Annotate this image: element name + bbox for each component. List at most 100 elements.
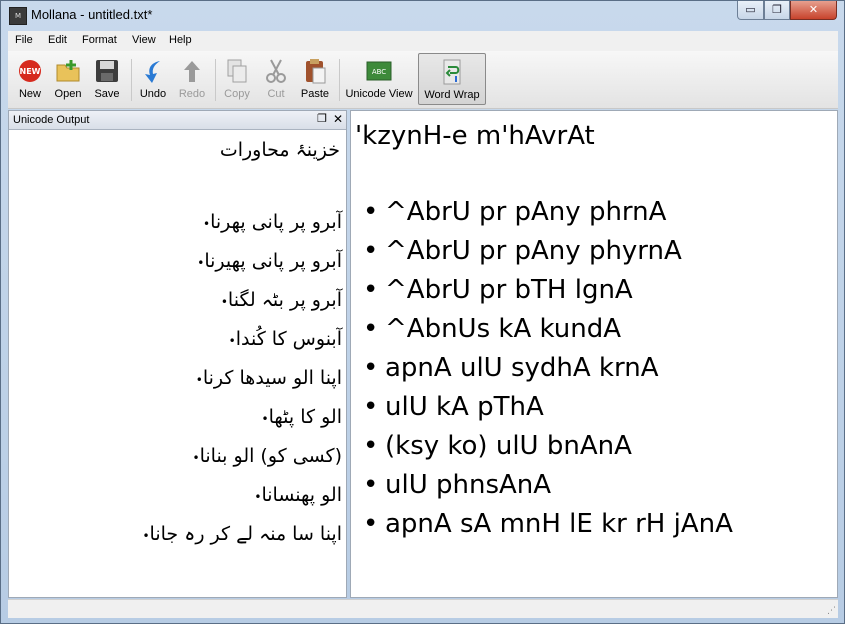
cut-button[interactable]: Cut <box>259 53 293 105</box>
float-panel-icon[interactable]: ❐ <box>317 112 327 125</box>
editor-list-item[interactable]: • apnA sA mnH lE kr rH jAnA <box>363 509 733 539</box>
redo-button[interactable]: Redo <box>175 53 209 105</box>
unicode-view-button[interactable]: ABC Unicode View <box>344 53 414 105</box>
toolbar-separator <box>339 59 340 101</box>
close-icon: ✕ <box>808 3 819 16</box>
panel-close-icon[interactable]: ✕ <box>333 112 343 126</box>
app-window: M Mollana - untitled.txt* ▭ ❐ ✕ File Edi… <box>0 0 845 624</box>
editor-text: ulU kA pThA <box>385 392 544 422</box>
unicode-output-panel: Unicode Output ❐ ✕ خزینۂ محاورات آبرو پر… <box>8 110 347 598</box>
bullet: • <box>202 217 211 231</box>
toolbar: NEW New Open Save Undo Redo Copy Cut Pas… <box>8 51 838 109</box>
menu-edit[interactable]: Edit <box>48 34 67 46</box>
editor-list-item[interactable]: • ^AbrU pr bTH lgnA <box>363 275 633 305</box>
paste-label: Paste <box>300 88 330 100</box>
redo-arrow-icon <box>184 61 200 82</box>
urdu-text: (کسی کو) الو بنانا <box>199 445 342 467</box>
urdu-list-item: اپنا الو سیدھا کرنا• <box>191 367 342 389</box>
editor-list-item[interactable]: • apnA ulU sydhA krnA <box>363 353 658 383</box>
new-icon: NEW <box>19 60 41 82</box>
undo-button[interactable]: Undo <box>136 53 170 105</box>
editor-text: apnA ulU sydhA krnA <box>385 353 659 383</box>
redo-label: Redo <box>178 88 206 100</box>
new-button[interactable]: NEW New <box>13 53 47 105</box>
menu-help[interactable]: Help <box>169 34 192 46</box>
editor-list-item[interactable]: • ulU phnsAnA <box>363 470 551 500</box>
maximize-icon: ❐ <box>772 3 782 16</box>
copy-icon <box>227 59 247 83</box>
status-bar: ⋰ <box>8 599 838 618</box>
minimize-button[interactable]: ▭ <box>737 1 764 20</box>
undo-arrow-icon <box>145 61 160 83</box>
urdu-text: آبرو پر پانی پھیرنا <box>204 250 342 272</box>
bullet: • <box>363 509 379 539</box>
urdu-list-item: اپنا سا منہ لے کر رہ جانا• <box>137 523 342 545</box>
editor-text: ^AbrU pr pAny phrnA <box>385 197 667 227</box>
window-title: Mollana - untitled.txt* <box>31 7 153 22</box>
close-button[interactable]: ✕ <box>790 1 837 20</box>
panel-title: Unicode Output <box>13 114 90 126</box>
urdu-list-item: آبرو پر بٹہ لگنا• <box>216 289 342 311</box>
copy-button[interactable]: Copy <box>220 53 254 105</box>
urdu-list-item: آبرو پر پانی پھیرنا• <box>192 250 342 272</box>
urdu-list-item: (کسی کو) الو بنانا• <box>188 445 343 467</box>
urdu-list-item: آبنوس کا کُندا• <box>224 328 342 350</box>
panel-header: Unicode Output ❐ ✕ <box>9 111 346 130</box>
urdu-list-item: الو پھنسانا• <box>249 484 342 506</box>
bullet: • <box>363 314 379 344</box>
new-badge-text: NEW <box>20 67 41 76</box>
undo-label: Undo <box>139 88 167 100</box>
editor-list-item[interactable]: • ^AbrU pr pAny phrnA <box>363 197 666 227</box>
editor-list-item[interactable]: • (ksy ko) ulU bnAnA <box>363 431 632 461</box>
editor-list-item[interactable]: • ^AbrU pr pAny phyrnA <box>363 236 682 266</box>
urdu-text: الو پھنسانا <box>261 484 342 506</box>
bullet: • <box>363 431 379 461</box>
bullet: • <box>192 451 200 465</box>
title-bar[interactable]: M Mollana - untitled.txt* ▭ ❐ ✕ <box>1 1 844 31</box>
urdu-text: آبرو پر بٹہ لگنا <box>227 289 342 311</box>
urdu-text: اپنا سا منہ لے کر رہ جانا <box>149 523 342 545</box>
menu-file[interactable]: File <box>15 34 33 46</box>
urdu-text: آبرو پر پانی پھرنا <box>210 211 342 233</box>
bullet: • <box>142 529 150 543</box>
unicode-view-label: Unicode View <box>345 88 413 100</box>
editor-text: ulU phnsAnA <box>385 470 552 500</box>
save-button[interactable]: Save <box>90 53 124 105</box>
menu-format[interactable]: Format <box>82 34 117 46</box>
save-disk-icon <box>96 60 118 82</box>
minimize-icon: ▭ <box>745 3 756 16</box>
urdu-text: اپنا الو سیدھا کرنا <box>202 367 342 389</box>
bullet: • <box>195 373 203 387</box>
menu-bar: File Edit Format View Help <box>8 31 838 51</box>
text-editor[interactable]: 'kzynH-e m'hAvrAt • ^AbrU pr pAny phrnA •… <box>350 110 838 598</box>
cut-label: Cut <box>267 88 285 100</box>
editor-text: (ksy ko) ulU bnAnA <box>385 431 632 461</box>
bullet: • <box>228 334 236 348</box>
menu-view[interactable]: View <box>132 34 156 46</box>
editor-text: ^AbrU pr bTH lgnA <box>385 275 633 305</box>
bullet: • <box>363 275 379 305</box>
abc-board-icon: ABC <box>366 61 392 81</box>
bullet: • <box>363 392 379 422</box>
editor-list-item[interactable]: • ulU kA pThA <box>363 392 544 422</box>
editor-title-line[interactable]: 'kzynH-e m'hAvrAt <box>355 121 595 151</box>
resize-grip-icon[interactable]: ⋰ <box>827 606 836 616</box>
word-wrap-button[interactable]: Word Wrap <box>418 53 486 105</box>
open-button[interactable]: Open <box>51 53 85 105</box>
urdu-list-item: آبرو پر پانی پھرنا• <box>198 211 342 233</box>
open-folder-icon <box>56 60 80 82</box>
scissors-icon <box>266 59 286 83</box>
bullet: • <box>363 197 379 227</box>
maximize-button[interactable]: ❐ <box>764 1 790 20</box>
editor-list-item[interactable]: • ^AbnUs kA kundA <box>363 314 621 344</box>
paste-clipboard-icon <box>306 59 326 84</box>
bullet: • <box>363 470 379 500</box>
bullet: • <box>261 412 269 426</box>
urdu-text: الو کا پٹھا <box>268 406 342 428</box>
bullet: • <box>220 295 228 309</box>
abc-badge-text: ABC <box>372 68 386 76</box>
urdu-list-item: الو کا پٹھا• <box>257 406 342 428</box>
word-wrap-icon <box>443 59 461 85</box>
copy-label: Copy <box>224 88 250 100</box>
paste-button[interactable]: Paste <box>297 53 333 105</box>
